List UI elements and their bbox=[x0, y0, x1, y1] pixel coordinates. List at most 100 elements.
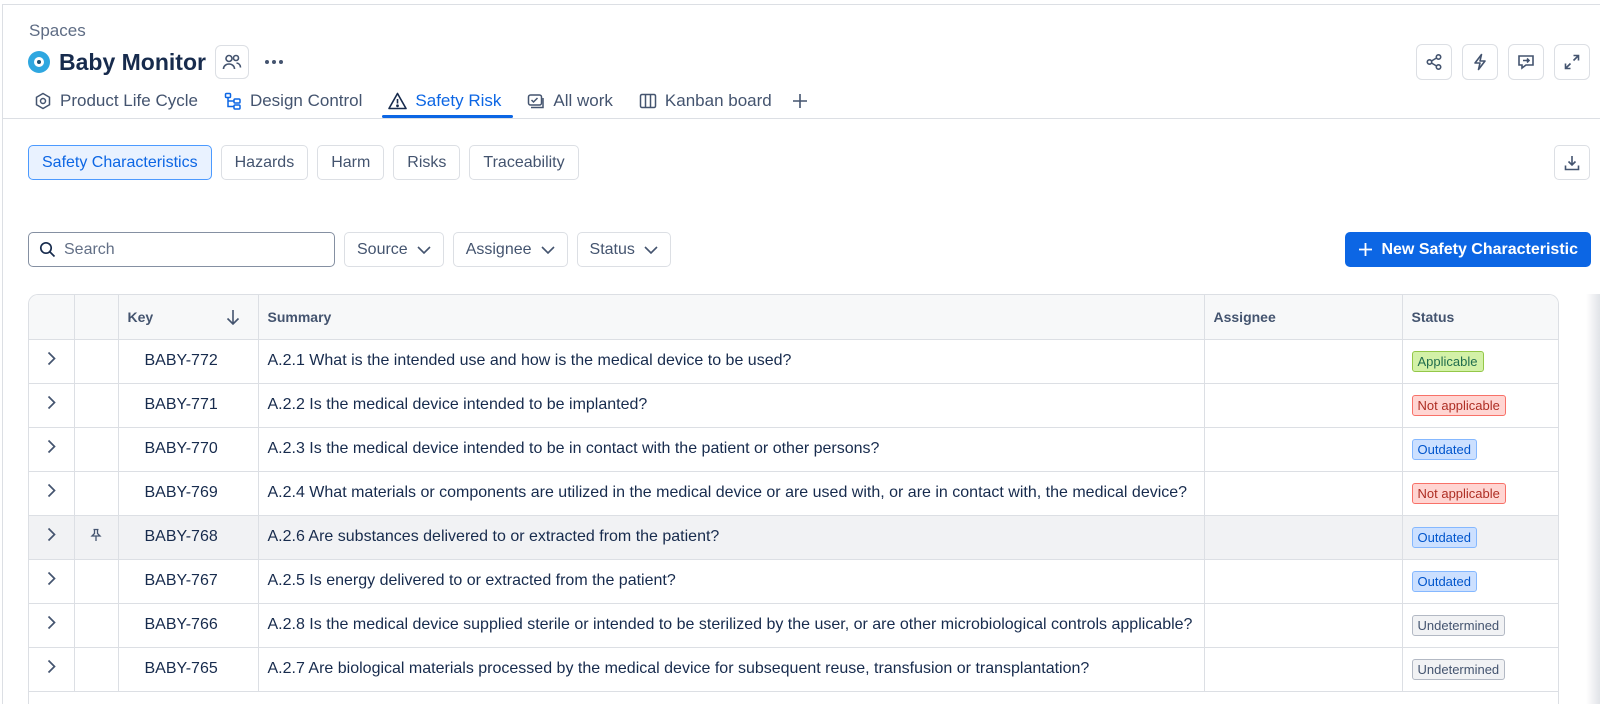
chevron-right-icon[interactable] bbox=[47, 483, 56, 498]
expand-cell[interactable] bbox=[29, 647, 75, 692]
key-cell[interactable]: BABY-771 bbox=[118, 383, 259, 428]
summary-cell[interactable]: A.2.6 Are substances delivered to or ext… bbox=[258, 515, 1205, 560]
status-cell[interactable]: Outdated bbox=[1402, 427, 1558, 472]
chevron-right-icon[interactable] bbox=[47, 395, 56, 410]
key-column-header[interactable]: Key bbox=[118, 295, 259, 340]
new-safety-characteristic-button[interactable]: New Safety Characteristic bbox=[1345, 232, 1591, 267]
subtab-hazards[interactable]: Hazards bbox=[220, 145, 309, 180]
status-badge: Not applicable bbox=[1411, 482, 1506, 504]
subtab-risks[interactable]: Risks bbox=[393, 145, 461, 180]
hierarchy-icon bbox=[224, 92, 241, 110]
pin-cell[interactable] bbox=[74, 427, 119, 472]
assignee-cell[interactable] bbox=[1204, 471, 1403, 516]
subtab-harm[interactable]: Harm bbox=[317, 145, 385, 180]
tab-safety-risk[interactable]: Safety Risk bbox=[382, 86, 514, 118]
key-cell[interactable]: BABY-770 bbox=[118, 427, 259, 472]
pin-cell[interactable] bbox=[74, 647, 119, 692]
export-button[interactable] bbox=[1554, 145, 1590, 180]
status-cell[interactable]: Applicable bbox=[1402, 339, 1558, 384]
key-cell[interactable]: BABY-772 bbox=[118, 339, 259, 384]
assignee-cell[interactable] bbox=[1204, 603, 1403, 648]
status-cell[interactable]: Outdated bbox=[1402, 515, 1558, 560]
table-row[interactable]: BABY-771 A.2.2 Is the medical device int… bbox=[29, 383, 1558, 428]
table-row[interactable]: BABY-769 A.2.4 What materials or compone… bbox=[29, 471, 1558, 516]
expand-cell[interactable] bbox=[29, 559, 75, 604]
summary-cell[interactable]: A.2.2 Is the medical device intended to … bbox=[258, 383, 1205, 428]
table-row[interactable]: BABY-767 A.2.5 Is energy delivered to or… bbox=[29, 559, 1558, 604]
tab-all-work[interactable]: All work bbox=[523, 86, 617, 116]
add-tab-button[interactable] bbox=[792, 86, 808, 116]
status-cell[interactable]: Not applicable bbox=[1402, 471, 1558, 516]
key-cell[interactable]: BABY-765 bbox=[118, 647, 259, 692]
status-cell[interactable]: Undetermined bbox=[1402, 603, 1558, 648]
summary-cell[interactable]: A.2.5 Is energy delivered to or extracte… bbox=[258, 559, 1205, 604]
assignee-cell[interactable] bbox=[1204, 515, 1403, 560]
summary-cell[interactable]: A.2.3 Is the medical device intended to … bbox=[258, 427, 1205, 472]
summary-cell[interactable]: A.2.8 Is the medical device supplied ste… bbox=[258, 603, 1205, 648]
expand-cell[interactable] bbox=[29, 603, 75, 648]
more-actions-button[interactable] bbox=[259, 47, 289, 77]
table-row[interactable]: BABY-765 A.2.7 Are biological materials … bbox=[29, 647, 1558, 692]
assignee-column-header[interactable]: Assignee bbox=[1204, 295, 1403, 340]
tab-product-life-cycle[interactable]: Product Life Cycle bbox=[30, 86, 202, 116]
feedback-button[interactable] bbox=[1508, 44, 1544, 80]
assignee-cell[interactable] bbox=[1204, 339, 1403, 384]
pin-cell[interactable] bbox=[74, 603, 119, 648]
assignee-cell[interactable] bbox=[1204, 559, 1403, 604]
pin-column-header bbox=[74, 295, 119, 340]
chevron-right-icon[interactable] bbox=[47, 659, 56, 674]
automation-button[interactable] bbox=[1462, 44, 1498, 80]
assignee-cell[interactable] bbox=[1204, 427, 1403, 472]
summary-column-header[interactable]: Summary bbox=[258, 295, 1205, 340]
table-row[interactable]: BABY-768 A.2.6 Are substances delivered … bbox=[29, 515, 1558, 560]
key-cell[interactable]: BABY-766 bbox=[118, 603, 259, 648]
expand-cell[interactable] bbox=[29, 427, 75, 472]
breadcrumb[interactable]: Spaces bbox=[29, 21, 86, 41]
assignee-filter[interactable]: Assignee bbox=[452, 232, 568, 267]
expand-cell[interactable] bbox=[29, 383, 75, 428]
tab-design-control[interactable]: Design Control bbox=[220, 86, 366, 116]
expand-cell[interactable] bbox=[29, 515, 75, 560]
chevron-right-icon[interactable] bbox=[47, 527, 56, 542]
search-box[interactable] bbox=[28, 232, 335, 267]
key-cell[interactable]: BABY-769 bbox=[118, 471, 259, 516]
fullscreen-button[interactable] bbox=[1554, 44, 1590, 80]
search-input[interactable] bbox=[64, 240, 304, 259]
subtab-traceability[interactable]: Traceability bbox=[469, 145, 579, 180]
pin-cell[interactable] bbox=[74, 339, 119, 384]
table-row[interactable]: BABY-772 A.2.1 What is the intended use … bbox=[29, 339, 1558, 384]
summary-cell[interactable]: A.2.4 What materials or components are u… bbox=[258, 471, 1205, 516]
table-row[interactable]: BABY-770 A.2.3 Is the medical device int… bbox=[29, 427, 1558, 472]
chevron-right-icon[interactable] bbox=[47, 571, 56, 586]
status-filter[interactable]: Status bbox=[576, 232, 671, 267]
chevron-right-icon[interactable] bbox=[47, 351, 56, 366]
chevron-right-icon[interactable] bbox=[47, 615, 56, 630]
expand-cell[interactable] bbox=[29, 471, 75, 516]
summary-cell[interactable]: A.2.1 What is the intended use and how i… bbox=[258, 339, 1205, 384]
assignee-cell[interactable] bbox=[1204, 647, 1403, 692]
pin-cell[interactable] bbox=[74, 383, 119, 428]
expand-cell[interactable] bbox=[29, 339, 75, 384]
key-cell[interactable]: BABY-768 bbox=[118, 515, 259, 560]
pin-icon[interactable] bbox=[90, 528, 102, 542]
sort-descending-icon[interactable] bbox=[226, 309, 240, 325]
pin-cell[interactable] bbox=[74, 559, 119, 604]
pin-cell[interactable] bbox=[74, 515, 119, 560]
chevron-right-icon[interactable] bbox=[47, 439, 56, 454]
pin-cell[interactable] bbox=[74, 471, 119, 516]
status-cell[interactable]: Outdated bbox=[1402, 559, 1558, 604]
space-members-button[interactable] bbox=[214, 45, 249, 79]
status-column-header[interactable]: Status bbox=[1402, 295, 1558, 340]
table-row[interactable]: BABY-766 A.2.8 Is the medical device sup… bbox=[29, 603, 1558, 648]
status-cell[interactable]: Not applicable bbox=[1402, 383, 1558, 428]
share-button[interactable] bbox=[1416, 44, 1452, 80]
status-filter-label: Status bbox=[589, 240, 635, 258]
tab-kanban-board[interactable]: Kanban board bbox=[635, 86, 776, 116]
key-cell[interactable]: BABY-767 bbox=[118, 559, 259, 604]
assignee-cell[interactable] bbox=[1204, 383, 1403, 428]
summary-cell[interactable]: A.2.7 Are biological materials processed… bbox=[258, 647, 1205, 692]
hexagon-settings-icon bbox=[35, 92, 51, 110]
subtab-safety-characteristics[interactable]: Safety Characteristics bbox=[28, 145, 212, 180]
source-filter[interactable]: Source bbox=[344, 232, 444, 267]
status-cell[interactable]: Undetermined bbox=[1402, 647, 1558, 692]
